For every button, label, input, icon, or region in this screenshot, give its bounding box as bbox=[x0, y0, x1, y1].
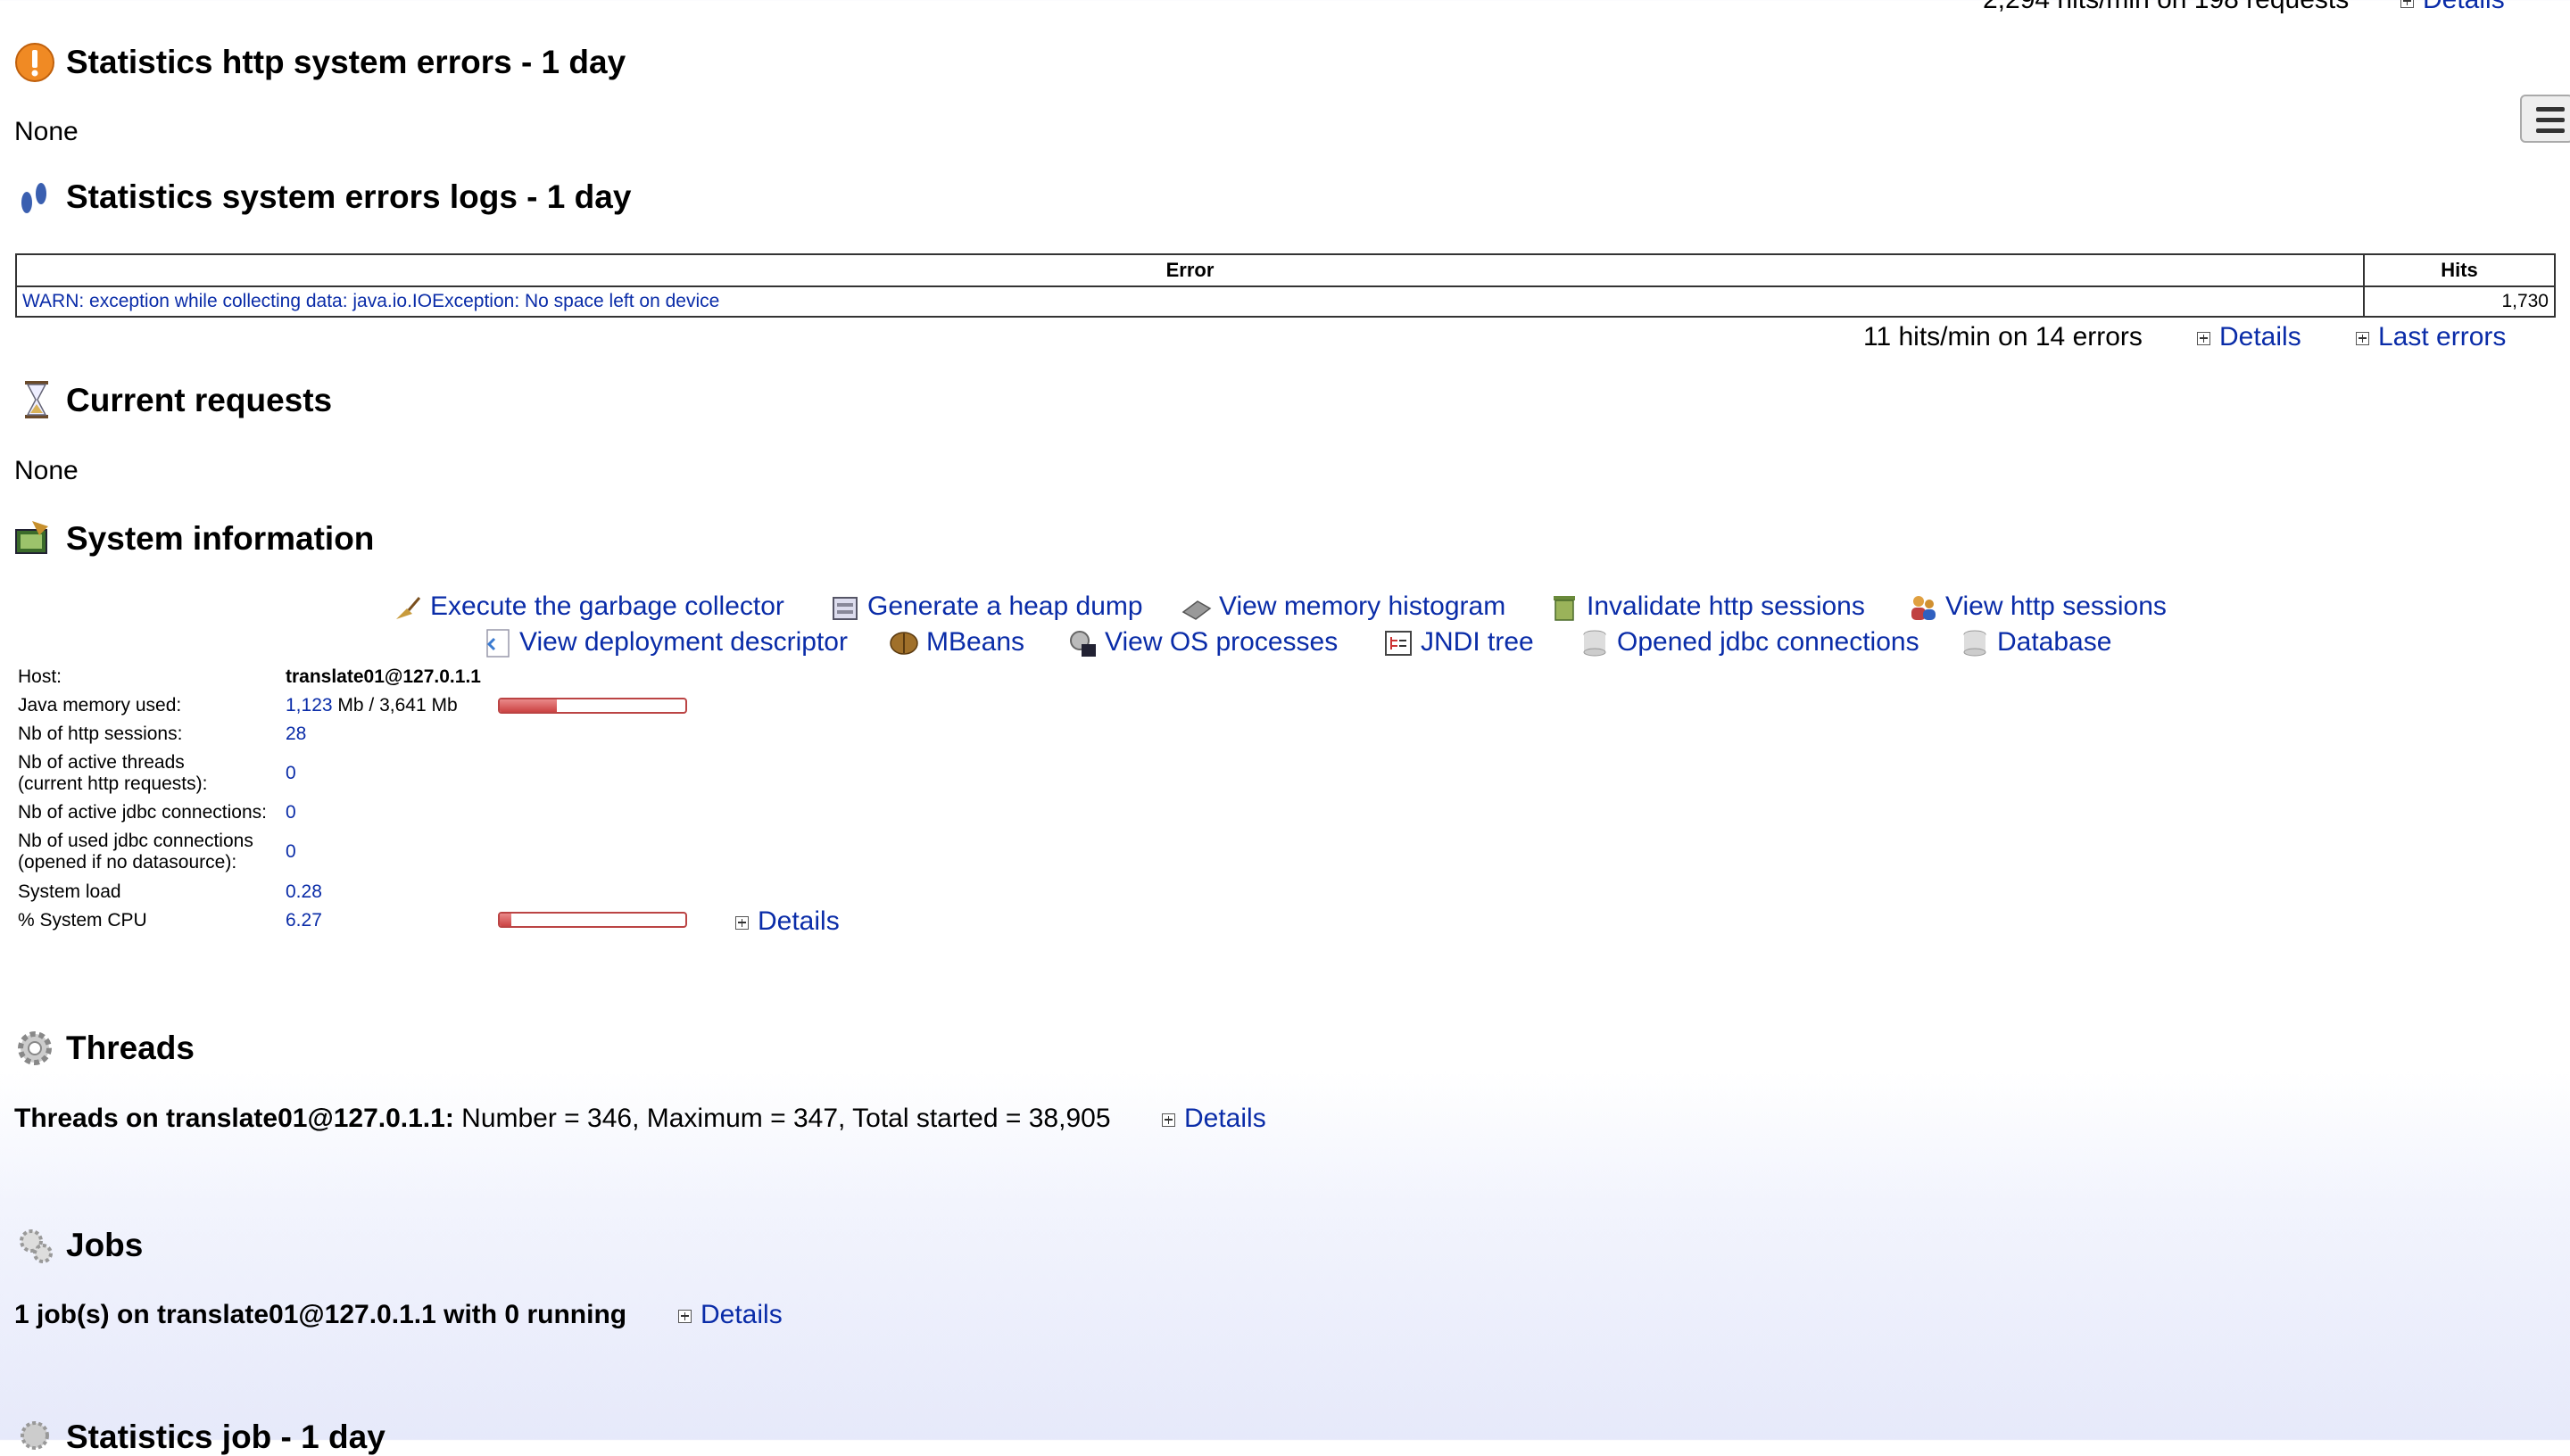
mbeans-action[interactable]: MBeans bbox=[889, 627, 1024, 658]
expand-icon bbox=[2356, 331, 2369, 345]
cpu-label: % System CPU bbox=[18, 910, 147, 931]
trash-icon bbox=[1554, 596, 1575, 621]
cpu-value[interactable]: 6.27 bbox=[286, 910, 322, 931]
view-sessions-action[interactable]: View http sessions bbox=[1908, 592, 2167, 623]
stats-job-icon bbox=[21, 1421, 49, 1450]
jdbc-connections-action[interactable]: Opened jdbc connections bbox=[1579, 627, 1919, 658]
current-requests-title: Current requests bbox=[66, 382, 333, 418]
used-jdbc-label: Nb of used jdbc connections (opened if n… bbox=[18, 831, 253, 873]
database-action[interactable]: Database bbox=[1960, 627, 2111, 658]
current-requests-none: None bbox=[14, 456, 79, 485]
processes-icon bbox=[1070, 631, 1096, 658]
col-error[interactable]: Error bbox=[15, 253, 2365, 287]
expand-icon bbox=[735, 915, 749, 930]
top-details-link[interactable]: Details bbox=[2400, 0, 2505, 15]
os-processes-action[interactable]: View OS processes bbox=[1067, 627, 1338, 658]
histogram-action[interactable]: View memory histogram bbox=[1181, 592, 1505, 623]
sessions-value[interactable]: 28 bbox=[286, 724, 306, 745]
menu-button[interactable] bbox=[2520, 95, 2570, 143]
threads-summary: Threads on translate01@127.0.1.1: Number… bbox=[14, 1104, 1111, 1134]
heap-dump-icon bbox=[833, 597, 858, 621]
threads-title: Threads bbox=[66, 1030, 195, 1066]
error-hits: 1,730 bbox=[2363, 285, 2556, 318]
descriptor-icon bbox=[486, 629, 510, 658]
gc-action[interactable]: Execute the garbage collector bbox=[393, 592, 784, 623]
http-errors-title: Statistics http system errors - 1 day bbox=[66, 44, 626, 80]
active-threads-value[interactable]: 0 bbox=[286, 763, 296, 784]
memory-bar-fill bbox=[500, 699, 558, 712]
expand-icon bbox=[2400, 0, 2414, 8]
system-info-title: System information bbox=[66, 520, 375, 557]
jobs-icon bbox=[20, 1229, 53, 1263]
histogram-icon bbox=[1181, 600, 1212, 620]
active-threads-label: Nb of active threads (current http reque… bbox=[18, 752, 208, 794]
system-icon bbox=[15, 521, 48, 554]
system-details-link[interactable]: Details bbox=[735, 906, 840, 937]
jndi-tree-action[interactable]: JNDI tree bbox=[1383, 627, 1534, 658]
error-message[interactable]: WARN: exception while collecting data: j… bbox=[15, 285, 2365, 318]
hamburger-icon bbox=[2536, 107, 2565, 112]
memory-value: 1,123 Mb / 3,641 Mb bbox=[286, 695, 458, 716]
broom-icon bbox=[396, 597, 421, 620]
system-load-value[interactable]: 0.28 bbox=[286, 881, 322, 903]
footprints-icon bbox=[21, 183, 46, 213]
errors-summary: 11 hits/min on 14 errors bbox=[1863, 322, 2143, 352]
beans-icon bbox=[890, 632, 918, 655]
cpu-bar bbox=[498, 912, 687, 928]
threads-details-link[interactable]: Details bbox=[1162, 1104, 1266, 1134]
threads-prefix: Threads on translate01@127.0.1.1: bbox=[14, 1104, 454, 1133]
host-value: translate01@127.0.1.1 bbox=[286, 666, 481, 687]
errors-details-link[interactable]: Details bbox=[2197, 322, 2301, 352]
jobs-details-link[interactable]: Details bbox=[678, 1300, 783, 1330]
memory-total: Mb / 3,641 Mb bbox=[332, 695, 458, 716]
table-row: WARN: exception while collecting data: j… bbox=[15, 285, 2556, 318]
sessions-label: Nb of http sessions: bbox=[18, 724, 183, 744]
system-load-label: System load bbox=[18, 881, 121, 902]
top-summary-text: 2,294 hits/min on 198 requests bbox=[1983, 0, 2349, 14]
heap-dump-action[interactable]: Generate a heap dump bbox=[830, 592, 1143, 623]
expand-icon bbox=[1162, 1113, 1175, 1127]
expand-icon bbox=[2197, 331, 2210, 345]
jdbc-value[interactable]: 0 bbox=[286, 802, 296, 823]
host-label: Host: bbox=[18, 666, 62, 687]
last-errors-link[interactable]: Last errors bbox=[2356, 322, 2506, 352]
database-icon bbox=[1963, 630, 1986, 657]
top-summary: 2,294 hits/min on 198 requests bbox=[1983, 0, 2349, 15]
memory-label: Java memory used: bbox=[18, 695, 182, 716]
warning-icon bbox=[15, 43, 54, 82]
errors-table: Error Hits WARN: exception while collect… bbox=[15, 253, 2556, 318]
gear-icon bbox=[18, 1031, 52, 1065]
tree-icon bbox=[1385, 631, 1412, 657]
hourglass-icon bbox=[25, 381, 48, 418]
users-icon bbox=[1911, 596, 1936, 621]
memory-used-link[interactable]: 1,123 bbox=[286, 695, 333, 716]
deployment-descriptor-action[interactable]: View deployment descriptor bbox=[482, 627, 848, 658]
jobs-title: Jobs bbox=[66, 1227, 144, 1263]
expand-icon bbox=[678, 1309, 692, 1323]
col-hits[interactable]: Hits bbox=[2363, 253, 2556, 287]
jobs-summary: 1 job(s) on translate01@127.0.1.1 with 0… bbox=[14, 1300, 627, 1329]
memory-bar bbox=[498, 698, 687, 714]
threads-text: Number = 346, Maximum = 347, Total start… bbox=[453, 1104, 1111, 1133]
error-logs-title: Statistics system errors logs - 1 day bbox=[66, 178, 632, 215]
cpu-bar-fill bbox=[500, 914, 512, 926]
invalidate-sessions-action[interactable]: Invalidate http sessions bbox=[1549, 592, 1865, 623]
jdbc-label: Nb of active jdbc connections: bbox=[18, 802, 267, 823]
used-jdbc-value[interactable]: 0 bbox=[286, 841, 296, 863]
database-gray-icon bbox=[1583, 630, 1606, 657]
http-errors-none: None bbox=[14, 117, 79, 146]
stats-job-title: Statistics job - 1 day bbox=[66, 1419, 386, 1455]
